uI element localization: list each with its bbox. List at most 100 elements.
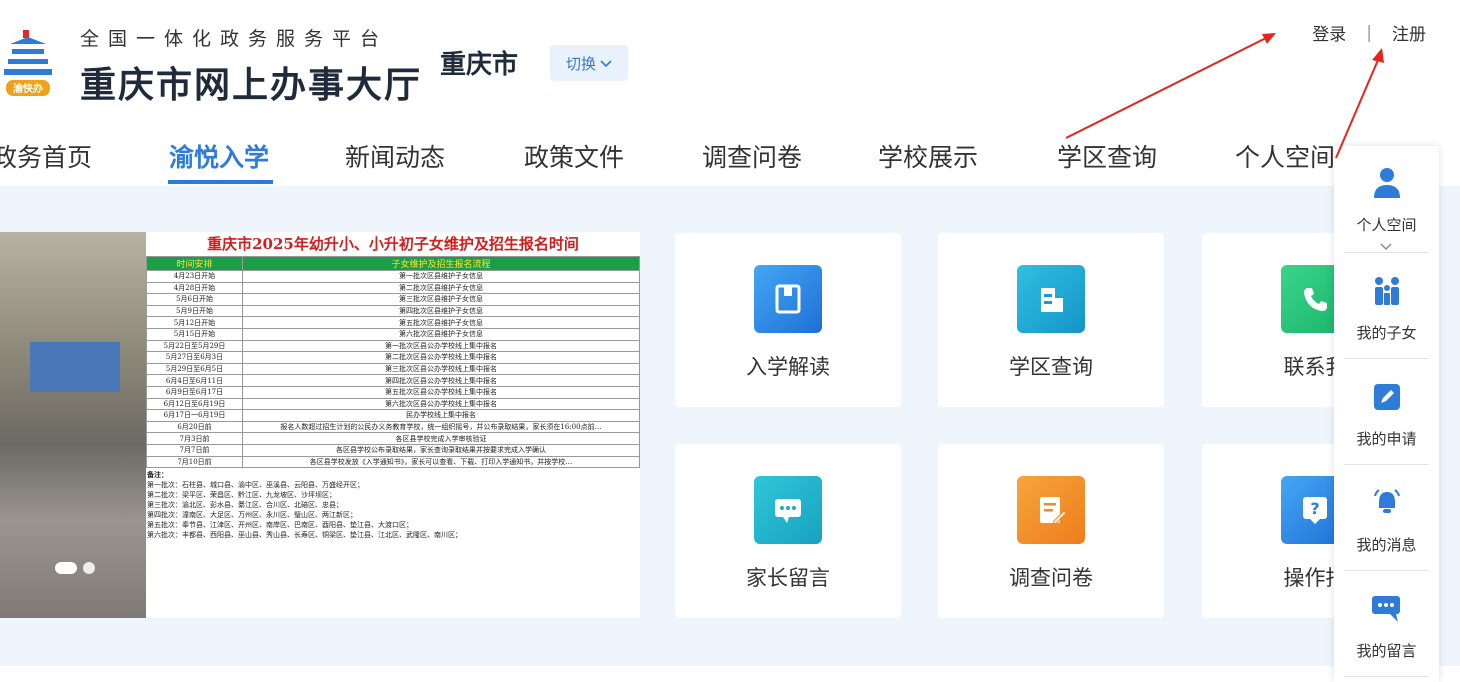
schedule-process-cell: 第二批次区县维护子女信息: [242, 281, 640, 295]
schedule-row: 6月9日至6月17日 第五批次区县公办学校线上集中报名: [146, 385, 640, 399]
schedule-process-cell: 各区县学校公布录取结果，家长查询录取结果并按要求完成入学确认: [242, 443, 640, 457]
divider: [1344, 676, 1429, 677]
schedule-row: 7月7日前 各区县学校公布录取结果，家长查询录取结果并按要求完成入学确认: [146, 443, 640, 457]
quick-personal-space[interactable]: 个人空间: [1334, 146, 1439, 250]
chat-icon: [754, 476, 822, 544]
note-line: 第三批次：渝北区、彭水县、綦江区、合川区、北碚区、忠县；: [147, 501, 343, 510]
nav-item-home[interactable]: 政务首页: [0, 138, 92, 174]
schedule-row: 5月6日开始 第三批次区县维护子女信息: [146, 293, 640, 306]
schedule-process-cell: 第六批次区县维护子女信息: [242, 327, 640, 341]
card-label: 学区查询: [1009, 355, 1093, 379]
schedule-time-cell: 4月28日开始: [146, 281, 243, 295]
platform-subtitle: 全国一体化政务服务平台: [80, 28, 389, 50]
schedule-time-cell: 5月29日至6月5日: [146, 362, 243, 376]
conference-screen: [30, 342, 120, 392]
notes-title: 备注：: [147, 470, 168, 480]
quick-label: 我的消息: [1356, 536, 1417, 554]
schedule-process-cell: 第三批次区县维护子女信息: [242, 293, 640, 306]
site-logo[interactable]: 渝快办: [2, 30, 62, 100]
current-city: 重庆市: [440, 50, 519, 80]
schedule-col-time: 时间安排: [146, 256, 243, 271]
main-content: 重庆市2025年幼升小、小升初子女维护及招生报名时间 时间安排 子女维护及招生报…: [0, 186, 1460, 666]
quick-my-children[interactable]: 我的子女: [1334, 254, 1439, 358]
book-icon: [754, 265, 822, 333]
nav-item-personal-space[interactable]: 个人空间: [1235, 138, 1335, 174]
schedule-notes: 备注： 第一批次：石柱县、城口县、渝中区、巫溪县、云阳县、万盛经开区； 第二批次…: [146, 470, 640, 540]
schedule-process-cell: 第五批次区县维护子女信息: [242, 316, 640, 329]
user-icon: [1370, 166, 1404, 200]
schedule-row: 6月20日前 报名人数超过招生计划的公民办义务教育学校，统一组织摇号，并公布录取结…: [146, 420, 640, 434]
carousel-dots: [55, 562, 95, 574]
schedule-time-cell: 7月7日前: [146, 443, 243, 457]
schedule-row: 7月3日前 各区县学校完成入学审核验证: [146, 432, 640, 445]
city-switch-label: 切换: [565, 54, 596, 73]
schedule-process-cell: 第一批次区县维护子女信息: [242, 270, 640, 283]
nav-item-district-query[interactable]: 学区查询: [1057, 138, 1157, 174]
card-survey[interactable]: 调查问卷: [938, 444, 1164, 618]
card-label: 家长留言: [746, 566, 830, 590]
schedule-row: 7月10日前 各区县学校发放《入学通知书》，家长可以查看、下载、打印入学通知书，并…: [146, 455, 640, 469]
schedule-time-cell: 5月22日至5月29日: [146, 339, 243, 353]
nav-item-enrollment[interactable]: 渝悦入学: [169, 138, 269, 174]
quick-label: 个人空间: [1356, 216, 1417, 234]
card-enrollment-guide[interactable]: 入学解读: [675, 233, 901, 407]
schedule-col-process: 子女维护及招生报名流程: [242, 256, 640, 271]
main-nav: 政务首页 渝悦入学 新闻动态 政策文件 调查问卷 学校展示 学区查询 个人空间: [0, 110, 1460, 186]
divider: [1344, 358, 1429, 359]
schedule-process-cell: 各区县学校完成入学审核验证: [242, 432, 640, 445]
schedule-process-cell: 各区县学校发放《入学通知书》，家长可以查看、下载、打印入学通知书，并按学校…: [242, 455, 640, 469]
divider: [1344, 570, 1429, 571]
schedule-process-cell: 第四批次区县维护子女信息: [242, 304, 640, 318]
nav-item-policy[interactable]: 政策文件: [524, 138, 624, 174]
card-district-query[interactable]: 学区查询: [938, 233, 1164, 407]
quick-my-messages[interactable]: 我的消息: [1334, 466, 1439, 570]
schedule-time-cell: 5月6日开始: [146, 293, 243, 306]
schedule-row: 5月29日至6月5日 第三批次区县公办学校线上集中报名: [146, 362, 640, 376]
nav-item-survey[interactable]: 调查问卷: [702, 138, 802, 174]
schedule-process-cell: 第三批次区县公办学校线上集中报名: [242, 362, 640, 376]
schedule-time-cell: 5月9日开始: [146, 304, 243, 318]
register-link[interactable]: 注册: [1392, 20, 1426, 45]
carousel-dot[interactable]: [55, 562, 77, 574]
note-line: 第一批次：石柱县、城口县、渝中区、巫溪县、云阳县、万盛经开区；: [147, 481, 364, 490]
schedule-rows: 4月23日开始 第一批次区县维护子女信息 4月28日开始 第二批次区县维护子女信息 5月…: [146, 270, 640, 469]
schedule-process-cell: 第五批次区县公办学校线上集中报名: [242, 385, 640, 399]
platform-title: 重庆市网上办事大厅: [80, 65, 423, 106]
logo-badge-text: 渝快办: [13, 82, 43, 95]
quick-my-applications[interactable]: 我的申请: [1334, 360, 1439, 464]
site-header: 渝快办 全国一体化政务服务平台 重庆市网上办事大厅 重庆市 切换 登录 | 注册: [0, 0, 1460, 110]
banner-carousel[interactable]: 重庆市2025年幼升小、小升初子女维护及招生报名时间 时间安排 子女维护及招生报…: [0, 232, 640, 618]
quick-label: 我的申请: [1356, 430, 1417, 448]
schedule-row: 5月9日开始 第四批次区县维护子女信息: [146, 304, 640, 318]
city-switch-button[interactable]: 切换: [550, 45, 628, 81]
edit-form-icon: [1017, 476, 1085, 544]
schedule-row: 4月23日开始 第一批次区县维护子女信息: [146, 270, 640, 283]
auth-links: 登录 | 注册: [1312, 20, 1426, 46]
quick-access-panel: 个人空间 我的子女 我的申请 我的消息 我的留言: [1334, 146, 1439, 682]
bell-icon: [1370, 486, 1404, 520]
schedule-time-cell: 5月27日至6月3日: [146, 351, 243, 364]
schedule-row: 5月27日至6月3日 第二批次区县公办学校线上集中报名: [146, 351, 640, 364]
nav-item-news[interactable]: 新闻动态: [345, 138, 445, 174]
nav-active-indicator: [168, 180, 273, 184]
building-icon: [1017, 265, 1085, 333]
chevron-down-icon: [600, 54, 612, 72]
schedule-process-cell: 第二批次区县公办学校线上集中报名: [242, 351, 640, 364]
schedule-time-cell: 7月3日前: [146, 432, 243, 445]
note-line: 第四批次：潼南区、大足区、万州区、永川区、璧山区、两江新区；: [147, 511, 357, 520]
schedule-row: 5月15日开始 第六批次区县维护子女信息: [146, 327, 640, 341]
card-label: 入学解读: [746, 355, 830, 379]
nav-item-schools[interactable]: 学校展示: [878, 138, 978, 174]
card-parent-message[interactable]: 家长留言: [675, 444, 901, 618]
schedule-time-cell: 7月10日前: [146, 455, 243, 469]
carousel-dot[interactable]: [83, 562, 95, 574]
schedule-process-cell: 第四批次区县公办学校线上集中报名: [242, 374, 640, 387]
svg-text:?: ?: [1310, 499, 1319, 518]
note-line: 第五批次：奉节县、江津区、开州区、南岸区、巴南区、酉阳县、垫江县、大渡口区；: [147, 521, 413, 530]
login-link[interactable]: 登录: [1312, 20, 1346, 45]
quick-my-comments[interactable]: 我的留言: [1334, 572, 1439, 676]
schedule-time-cell: 6月9日至6月17日: [146, 385, 243, 399]
schedule-row: 6月17日一6月19日 民办学校线上集中报名: [146, 409, 640, 422]
divider: [1344, 252, 1429, 253]
edit-icon: [1370, 380, 1404, 414]
